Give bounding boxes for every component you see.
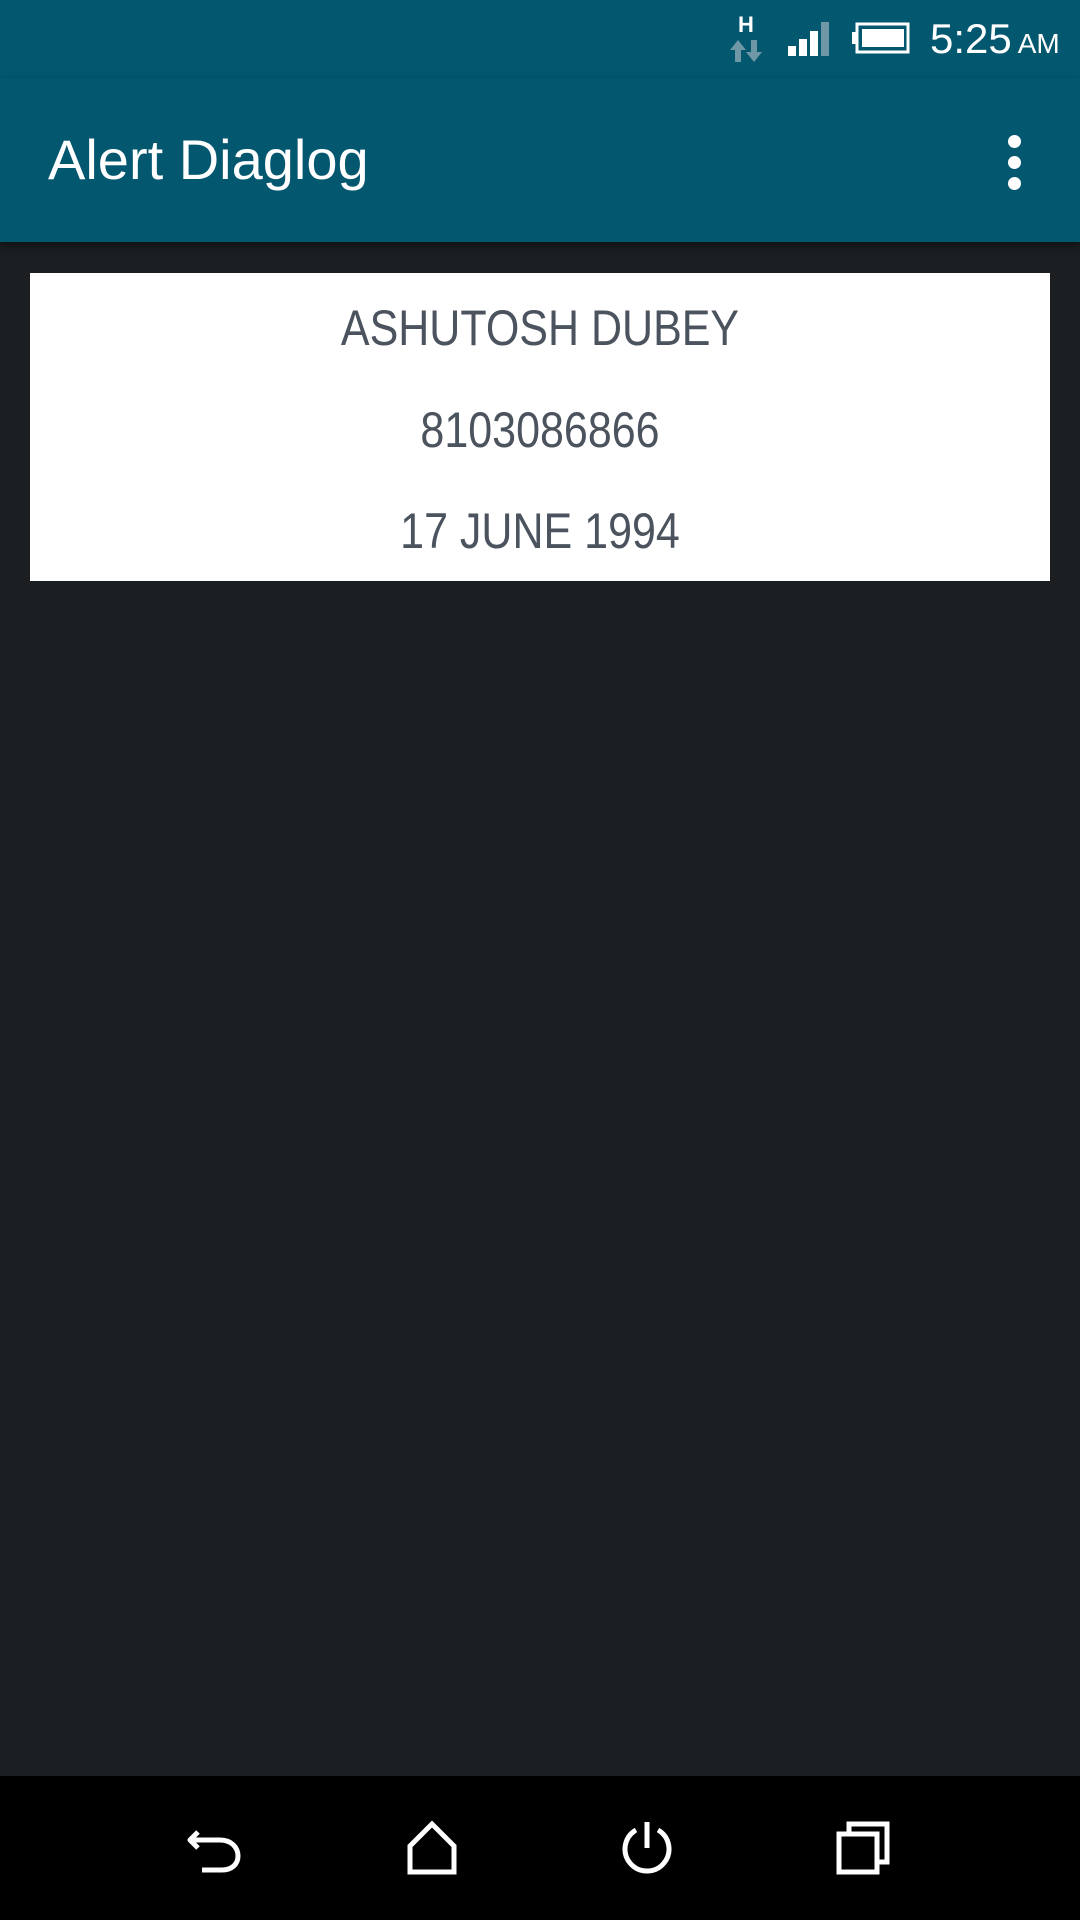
navigation-bar [0, 1776, 1080, 1920]
signal-icon [788, 22, 829, 56]
battery-icon [852, 22, 910, 54]
svg-text:H: H [738, 12, 754, 37]
contact-phone: 8103086866 [420, 402, 660, 458]
recent-apps-icon [836, 1821, 890, 1875]
status-clock: 5:25 AM [930, 0, 1060, 78]
home-button[interactable] [382, 1798, 482, 1898]
power-button[interactable] [597, 1798, 697, 1898]
status-bar: H 5:25 AM [0, 0, 1080, 78]
recent-apps-button[interactable] [813, 1798, 913, 1898]
back-icon [187, 1830, 241, 1873]
contact-name: ASHUTOSH DUBEY [340, 300, 740, 356]
back-button[interactable] [166, 1798, 266, 1898]
clock-time: 5:25 [930, 15, 1012, 62]
contact-dob: 17 JUNE 1994 [400, 503, 680, 559]
more-vert-icon-dot [1007, 155, 1021, 169]
data-transfer-icon: H [730, 12, 762, 62]
more-options-button[interactable] [982, 130, 1046, 194]
contact-card: ASHUTOSH DUBEY 8103086866 17 JUNE 1994 [30, 273, 1050, 581]
home-icon [407, 1820, 457, 1875]
app-bar: Alert Diaglog [0, 78, 1080, 242]
page-title: Alert Diaglog [48, 128, 369, 191]
power-icon [622, 1822, 672, 1874]
more-vert-icon [1007, 134, 1021, 148]
more-vert-icon-dot [1007, 176, 1021, 190]
clock-ampm: AM [1017, 28, 1060, 59]
